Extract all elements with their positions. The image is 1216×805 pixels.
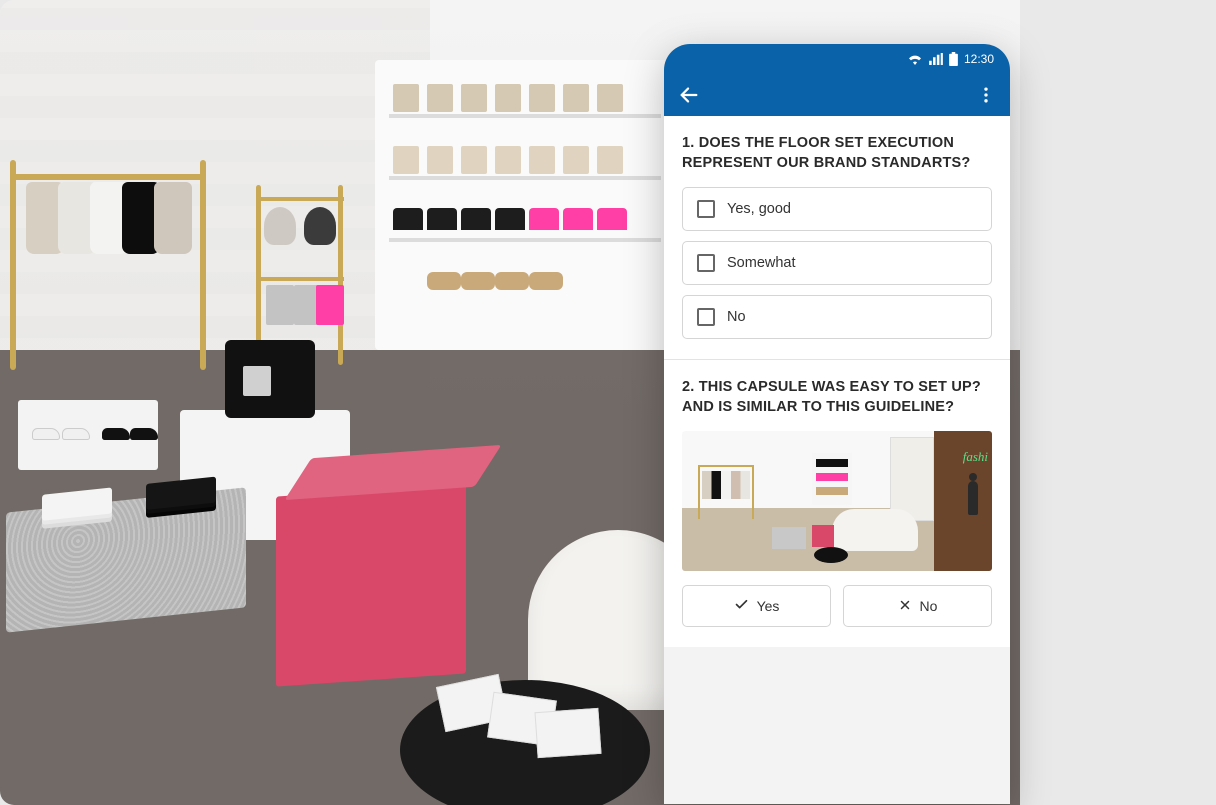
clothing-rack [0, 160, 220, 370]
checkbox-icon [697, 200, 715, 218]
check-icon [734, 597, 749, 615]
status-bar: 12:30 [664, 44, 1010, 74]
q2-yes-button[interactable]: Yes [682, 585, 831, 627]
granite-podium [6, 487, 246, 632]
status-time: 12:30 [964, 52, 994, 66]
option-label: Yes, good [727, 201, 791, 217]
shoe-shelf [18, 400, 158, 470]
checkbox-icon [697, 254, 715, 272]
checkbox-icon [697, 308, 715, 326]
close-icon [898, 598, 912, 615]
guideline-reference-image: fashi [682, 431, 992, 571]
signal-icon [929, 53, 943, 65]
wall-shelf-unit [375, 60, 675, 350]
q1-option-somewhat[interactable]: Somewhat [682, 241, 992, 285]
app-bar [664, 74, 1010, 116]
q1-option-no[interactable]: No [682, 295, 992, 339]
question-1-title: 1. DOES THE FLOOR SET EXECUTION REPRESEN… [682, 134, 992, 173]
question-2: 2. THIS CAPSULE WAS EASY TO SET UP? AND … [664, 360, 1010, 647]
more-menu-button[interactable] [976, 85, 996, 105]
coffee-machine [225, 340, 315, 418]
option-label: No [727, 309, 746, 325]
accessory-rack [250, 185, 350, 365]
store-sign-text: fashi [963, 449, 988, 465]
no-label: No [920, 598, 938, 614]
wifi-icon [907, 53, 923, 65]
option-label: Somewhat [727, 255, 796, 271]
question-1: 1. DOES THE FLOOR SET EXECUTION REPRESEN… [664, 116, 1010, 360]
red-cube-seat [276, 483, 466, 686]
q2-no-button[interactable]: No [843, 585, 992, 627]
question-2-title: 2. THIS CAPSULE WAS EASY TO SET UP? AND … [682, 378, 992, 417]
q1-option-yes[interactable]: Yes, good [682, 187, 992, 231]
magazines [440, 680, 590, 740]
battery-icon [949, 52, 958, 66]
back-button[interactable] [678, 84, 700, 106]
phone-mockup: 12:30 1. DOES THE FLOOR SET EXECUTION RE… [664, 44, 1010, 804]
survey-content: 1. DOES THE FLOOR SET EXECUTION REPRESEN… [664, 116, 1010, 647]
yes-label: Yes [757, 598, 780, 614]
